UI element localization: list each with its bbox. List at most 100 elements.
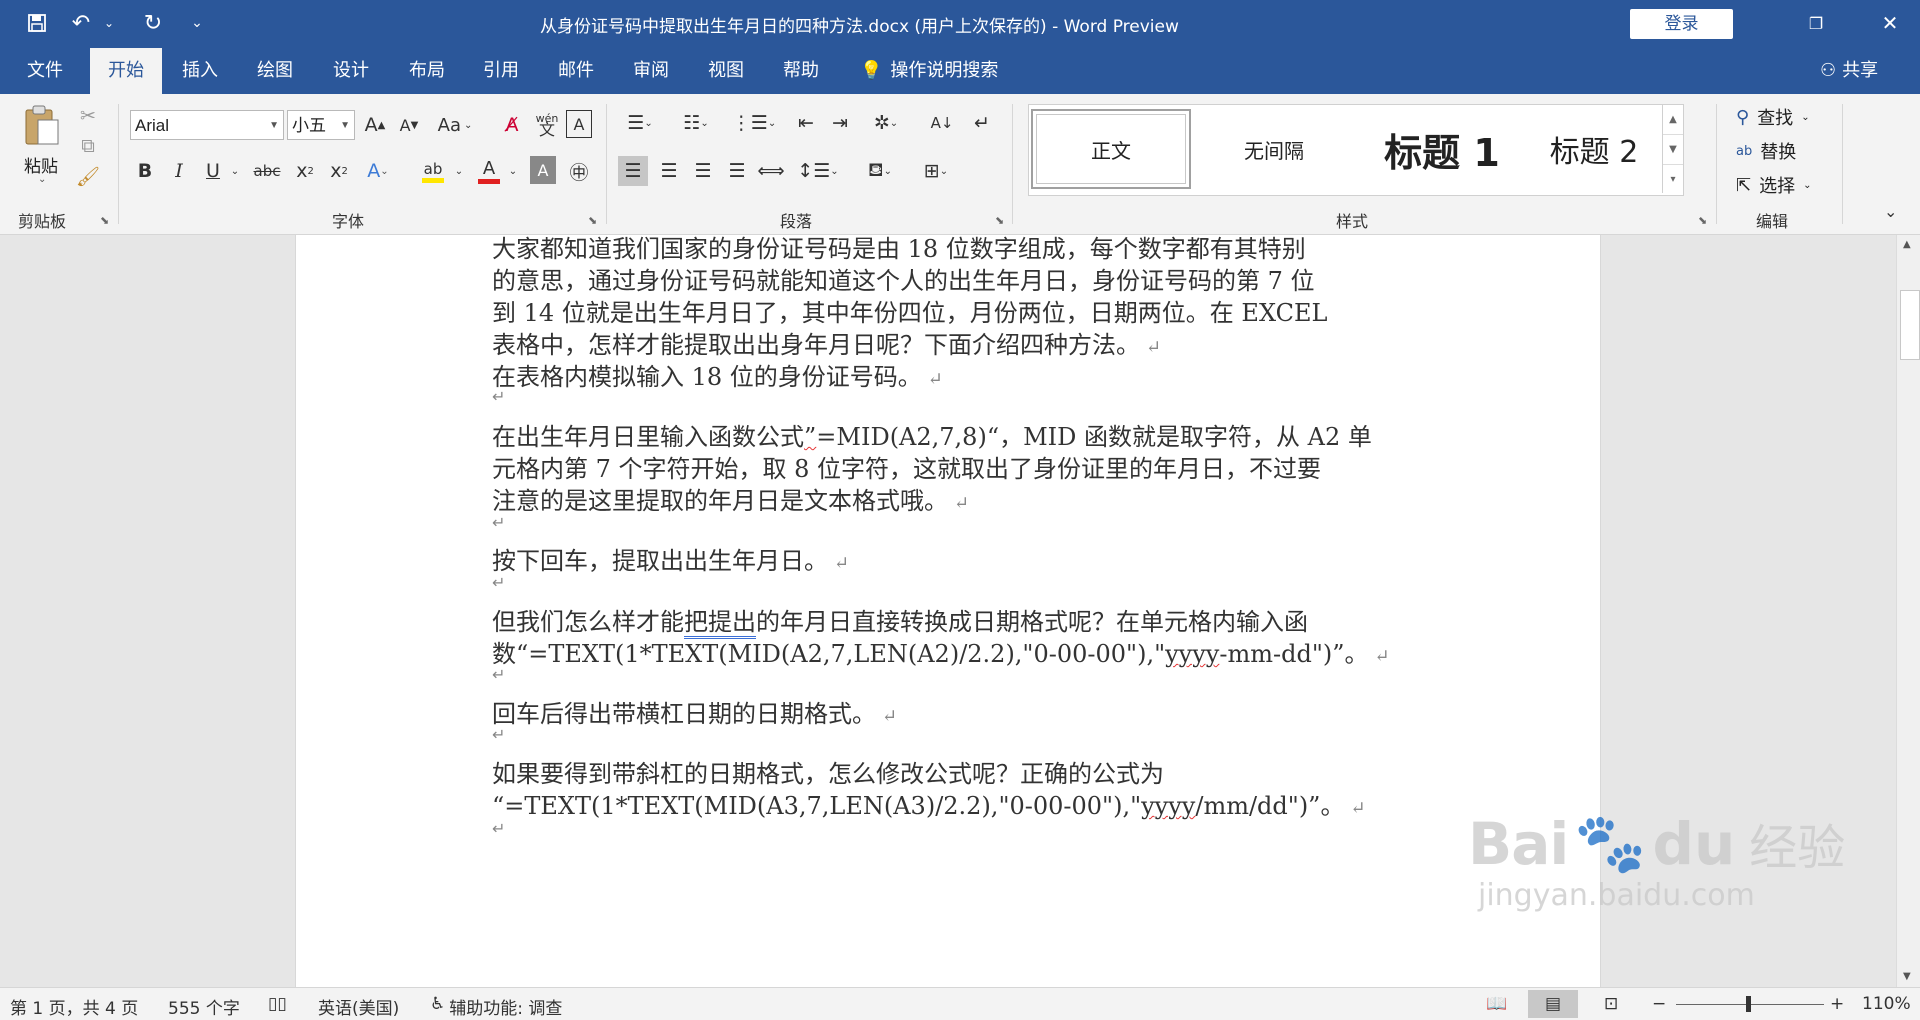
paragraph-mark: ↵	[492, 819, 506, 838]
borders-icon[interactable]: ⊞ ⌄	[914, 156, 958, 186]
cut-icon[interactable]: ✂	[76, 104, 100, 128]
scroll-up-arrow-icon[interactable]: ▲	[1903, 239, 1911, 250]
character-shading-icon[interactable]: A	[530, 156, 556, 184]
text-effects-icon[interactable]: A ⌄	[364, 156, 392, 186]
language[interactable]: 英语(美国)	[318, 994, 399, 1019]
phonetic-guide-icon[interactable]: wén 文	[533, 108, 561, 140]
share-button[interactable]: ⚇ 共享	[1820, 48, 1878, 94]
align-center-icon[interactable]: ☰	[654, 156, 684, 186]
style-normal[interactable]: 正文	[1031, 109, 1191, 189]
save-icon[interactable]	[22, 8, 52, 38]
tab-draw[interactable]: 绘图	[257, 48, 293, 94]
change-case-button[interactable]: Aa ⌄	[435, 110, 475, 140]
tab-review[interactable]: 审阅	[633, 48, 669, 94]
read-view-icon[interactable]: 📖	[1486, 994, 1507, 1014]
restore-icon[interactable]: ❐	[1786, 0, 1846, 46]
minimize-icon[interactable]: —	[1690, 0, 1750, 46]
paragraph-mark: ↵	[492, 573, 506, 592]
select-button[interactable]: ⇱ 选择 ⌄	[1736, 172, 1811, 198]
style-no-spacing[interactable]: 无间隔	[1195, 109, 1353, 189]
more-styles-icon[interactable]: ▾	[1663, 164, 1683, 194]
style-heading-2[interactable]: 标题 2	[1529, 109, 1659, 189]
underline-dropdown-icon[interactable]: ⌄	[228, 156, 242, 186]
superscript-icon[interactable]: x2	[326, 156, 352, 186]
tell-me-search[interactable]: 💡 操作说明搜索	[860, 48, 998, 94]
read-mode-icon[interactable]: ▯▯	[268, 994, 287, 1014]
style-heading-1[interactable]: 标题 1	[1357, 109, 1527, 189]
character-border-icon[interactable]: A	[566, 110, 592, 138]
paw-icon: 🐾	[1574, 809, 1647, 877]
shrink-font-icon[interactable]: A ▼	[396, 110, 422, 140]
align-left-icon[interactable]: ☰	[618, 156, 648, 186]
font-size-dropdown[interactable]: 小五 ▼	[287, 110, 355, 140]
align-right-icon[interactable]: ☰	[688, 156, 718, 186]
multilevel-list-icon[interactable]: ⋮☰ ⌄	[732, 108, 776, 138]
paragraph-launcher-icon[interactable]: ⬊	[995, 214, 1004, 227]
clear-formatting-icon[interactable]: A̸	[498, 110, 526, 140]
font-launcher-icon[interactable]: ⬊	[588, 214, 597, 227]
justify-icon[interactable]: ☰	[722, 156, 752, 186]
format-painter-icon[interactable]: 🖌	[76, 164, 100, 188]
bullets-icon[interactable]: ☰ ⌄	[620, 108, 660, 138]
italic-icon[interactable]: I	[166, 156, 192, 186]
scroll-down-icon[interactable]: ▼	[1663, 134, 1683, 164]
sort-icon[interactable]: A↓	[928, 108, 956, 138]
distributed-icon[interactable]: ⟺	[756, 156, 786, 186]
print-layout-icon[interactable]: ▤	[1528, 990, 1578, 1018]
tab-design[interactable]: 设计	[333, 48, 369, 94]
highlight-color-icon[interactable]: ab	[416, 154, 450, 188]
strikethrough-icon[interactable]: abc	[250, 156, 284, 186]
shading-icon[interactable]: ⛾ ⌄	[858, 156, 902, 186]
tab-view[interactable]: 视图	[708, 48, 744, 94]
tab-home[interactable]: 开始	[90, 48, 162, 94]
paste-icon[interactable]	[20, 104, 64, 148]
bold-icon[interactable]: B	[132, 156, 158, 186]
zoom-out-icon[interactable]: −	[1652, 994, 1666, 1014]
enclose-characters-icon[interactable]: ㊥	[566, 156, 592, 186]
scroll-down-arrow-icon[interactable]: ▼	[1903, 971, 1911, 982]
redo-icon[interactable]: ↻	[138, 8, 168, 38]
tab-file[interactable]: 文件	[27, 48, 63, 94]
replace-button[interactable]: ab 替换	[1736, 138, 1796, 164]
word-count[interactable]: 555 个字	[168, 994, 240, 1019]
font-color-dropdown-icon[interactable]: ⌄	[506, 156, 520, 186]
zoom-level[interactable]: 110%	[1862, 994, 1911, 1014]
zoom-slider-thumb[interactable]	[1746, 996, 1751, 1012]
styles-launcher-icon[interactable]: ⬊	[1698, 214, 1707, 227]
zoom-in-icon[interactable]: +	[1830, 994, 1844, 1014]
show-marks-icon[interactable]: ↵	[968, 108, 996, 138]
copy-icon[interactable]: ⧉	[76, 134, 100, 158]
subscript-icon[interactable]: x2	[292, 156, 318, 186]
scroll-thumb[interactable]	[1900, 290, 1920, 360]
styles-scroll[interactable]: ▲ ▼ ▾	[1662, 105, 1683, 193]
accessibility-checker[interactable]: ♿ 辅助功能: 调查	[430, 994, 562, 1019]
highlight-dropdown-icon[interactable]: ⌄	[452, 156, 466, 186]
underline-icon[interactable]: U	[200, 156, 226, 186]
numbering-icon[interactable]: ☷ ⌄	[676, 108, 716, 138]
tab-help[interactable]: 帮助	[783, 48, 819, 94]
web-layout-icon[interactable]: ⊡	[1604, 994, 1618, 1014]
tab-insert[interactable]: 插入	[182, 48, 218, 94]
find-button[interactable]: ⚲ 查找 ⌄	[1736, 104, 1810, 130]
tab-layout[interactable]: 布局	[409, 48, 445, 94]
paste-dropdown-icon[interactable]: ⌄	[38, 174, 46, 185]
undo-icon[interactable]: ↶	[66, 8, 96, 38]
customize-qat-icon[interactable]: ⌄	[182, 8, 212, 38]
line-spacing-icon[interactable]: ↕☰ ⌄	[796, 156, 840, 186]
vertical-scrollbar[interactable]: ▲ ▼	[1896, 235, 1920, 987]
font-color-icon[interactable]: A	[474, 154, 504, 188]
close-icon[interactable]: ✕	[1860, 0, 1920, 46]
clipboard-launcher-icon[interactable]: ⬊	[100, 214, 109, 227]
decrease-indent-icon[interactable]: ⇤	[792, 108, 820, 138]
grow-font-icon[interactable]: A ▲	[362, 110, 388, 140]
tab-mailings[interactable]: 邮件	[558, 48, 594, 94]
tab-references[interactable]: 引用	[483, 48, 519, 94]
increase-indent-icon[interactable]: ⇥	[826, 108, 854, 138]
page-count[interactable]: 第 1 页，共 4 页	[10, 994, 138, 1019]
scroll-up-icon[interactable]: ▲	[1663, 105, 1683, 134]
undo-dropdown-icon[interactable]: ⌄	[94, 8, 124, 38]
separator	[1842, 104, 1843, 224]
asian-layout-icon[interactable]: ✲ ⌄	[866, 108, 906, 138]
font-name-dropdown[interactable]: Arial ▼	[130, 110, 284, 140]
collapse-ribbon-icon[interactable]: ⌄	[1884, 202, 1897, 221]
